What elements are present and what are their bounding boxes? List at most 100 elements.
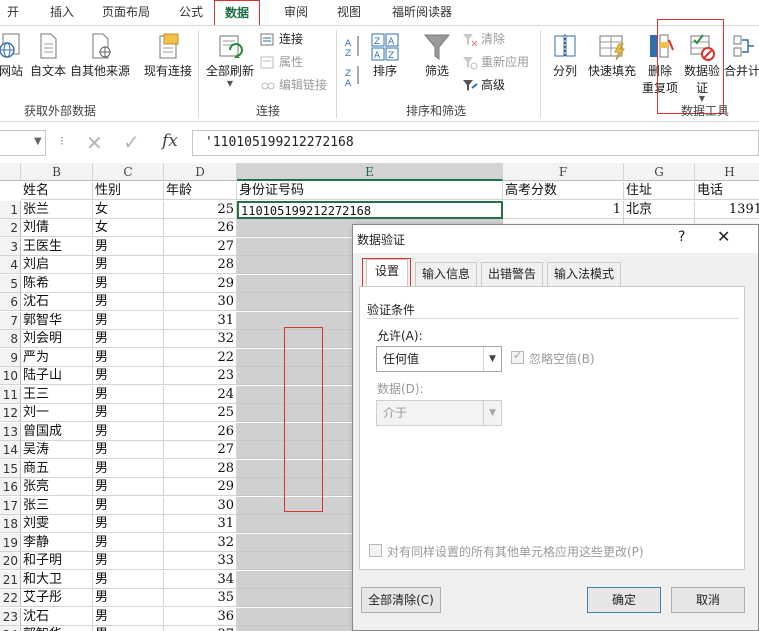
header-cell-col-c[interactable]: 性别 [93, 182, 164, 200]
cell-sex[interactable]: 男 [93, 626, 164, 631]
formula-input[interactable]: '110105199212272168 [192, 130, 759, 156]
row-header[interactable]: 9 [0, 348, 21, 367]
header-cell-col-g[interactable]: 住址 [624, 182, 695, 200]
from-other-sources-button[interactable]: 自其他来源 [68, 32, 132, 79]
select-all-corner[interactable] [0, 163, 21, 181]
cell-sex[interactable]: 男 [93, 256, 164, 274]
cell-name[interactable]: 刘启 [21, 256, 93, 274]
sort-button[interactable]: Z A A Z 排序 [368, 32, 402, 79]
cell-sex[interactable]: 男 [93, 330, 164, 348]
cell-sex[interactable]: 女 [93, 200, 164, 219]
row-header[interactable]: 23 [0, 607, 21, 626]
from-web-button[interactable]: 网站 [0, 32, 24, 79]
cell-name[interactable]: 陆子山 [21, 367, 93, 385]
tab-0[interactable]: 开始 [2, 0, 24, 43]
cell-sex[interactable]: 男 [93, 237, 164, 256]
cell-name[interactable]: 刘倩 [21, 219, 93, 237]
row-header[interactable]: 12 [0, 404, 21, 422]
tab-6[interactable]: 视图 [335, 0, 363, 25]
cell-age[interactable]: 25 [164, 404, 237, 422]
cell-sex[interactable]: 男 [93, 570, 164, 589]
header-cell-col-b[interactable]: 姓名 [21, 182, 93, 200]
tab-ime-mode[interactable]: 输入法模式 [547, 262, 621, 286]
cell-sex[interactable]: 男 [93, 496, 164, 515]
cell-name[interactable]: 商五 [21, 459, 93, 478]
column-header-f[interactable]: F [503, 163, 624, 181]
cell-age[interactable]: 30 [164, 293, 237, 311]
cell-sex[interactable]: 男 [93, 589, 164, 607]
cell-age[interactable]: 25 [164, 200, 237, 219]
cell-sex[interactable]: 男 [93, 515, 164, 533]
cell-age[interactable]: 32 [164, 533, 237, 552]
cell-sex[interactable]: 男 [93, 385, 164, 404]
cell-age[interactable]: 29 [164, 478, 237, 496]
apply-all-checkbox[interactable] [369, 544, 382, 557]
row-header[interactable]: 6 [0, 293, 21, 311]
cell-age[interactable]: 33 [164, 552, 237, 570]
row-header[interactable]: 11 [0, 385, 21, 404]
cell-age[interactable]: 26 [164, 219, 237, 237]
insert-function-button[interactable]: fx [162, 131, 178, 151]
cell-name[interactable]: 张兰 [21, 200, 93, 219]
cell-sex[interactable]: 男 [93, 607, 164, 626]
cancel-button[interactable]: 取消 [671, 587, 745, 613]
cell-age[interactable]: 37 [164, 626, 237, 631]
cell-name[interactable]: 张亮 [21, 478, 93, 496]
cell-name[interactable]: 刘一 [21, 404, 93, 422]
row-header[interactable]: 18 [0, 515, 21, 533]
cell-sex[interactable]: 男 [93, 348, 164, 367]
cell-name[interactable]: 陈希 [21, 274, 93, 293]
cell-age[interactable]: 22 [164, 348, 237, 367]
data-select[interactable]: 介于 ▼ [376, 400, 502, 426]
column-header-c[interactable]: C [93, 163, 164, 181]
close-icon[interactable]: ✕ [717, 227, 730, 246]
filter-button[interactable]: 筛选 [418, 32, 456, 79]
column-header-e[interactable]: E [237, 163, 503, 181]
existing-connections-button[interactable]: 现有连接 [140, 32, 196, 79]
cell-name[interactable]: 王医生 [21, 237, 93, 256]
cell-name[interactable]: 艾子彤 [21, 589, 93, 607]
advanced-filter-button[interactable]: 高级 [462, 75, 505, 95]
tab-input-message[interactable]: 输入信息 [415, 262, 477, 286]
cell-name[interactable]: 吴涛 [21, 441, 93, 459]
row-header[interactable]: 8 [0, 330, 21, 348]
cell-age[interactable]: 30 [164, 496, 237, 515]
refresh-all-button[interactable]: 全部刷新 ▼ [204, 32, 256, 88]
cell-sex[interactable]: 男 [93, 404, 164, 422]
tab-2[interactable]: 页面布局 [100, 0, 152, 25]
cell-age[interactable]: 34 [164, 570, 237, 589]
from-text-button[interactable]: 自文本 [28, 32, 68, 79]
ignore-blank-checkbox[interactable] [511, 349, 524, 364]
cell-name[interactable]: 李静 [21, 533, 93, 552]
flash-fill-button[interactable]: 快速填充 [586, 32, 638, 79]
resize-handle-icon[interactable]: ⁝ [60, 134, 64, 148]
column-header-g[interactable]: G [624, 163, 695, 181]
cell-age[interactable]: 29 [164, 274, 237, 293]
cell-age[interactable]: 28 [164, 256, 237, 274]
row-header[interactable]: 17 [0, 496, 21, 515]
properties-button[interactable]: 属性 [260, 52, 303, 72]
row-header[interactable]: 1 [0, 200, 21, 219]
cell-age[interactable]: 28 [164, 459, 237, 478]
cell-sex[interactable]: 男 [93, 441, 164, 459]
row-header[interactable]: 4 [0, 256, 21, 274]
ok-button[interactable]: 确定 [587, 587, 661, 613]
cell-age[interactable]: 23 [164, 367, 237, 385]
cell-sex[interactable]: 男 [93, 293, 164, 311]
row-header[interactable]: 7 [0, 311, 21, 330]
cell-phone[interactable]: 1391 [695, 201, 759, 219]
tab-error-alert[interactable]: 出错警告 [481, 262, 543, 286]
row-header[interactable]: 24 [0, 626, 21, 631]
cell-name[interactable]: 沈石 [21, 607, 93, 626]
cell-name[interactable]: 严为 [21, 348, 93, 367]
column-header-d[interactable]: D [164, 163, 237, 181]
tab-7[interactable]: 福昕阅读器 [389, 0, 455, 25]
clear-filter-button[interactable]: 清除 [462, 29, 505, 49]
text-to-columns-button[interactable]: 分列 [548, 32, 582, 79]
enter-check-icon[interactable]: ✓ [123, 130, 140, 154]
cell-name[interactable]: 郭智华 [21, 311, 93, 330]
cell-age[interactable]: 36 [164, 607, 237, 626]
cell-sex[interactable]: 男 [93, 552, 164, 570]
cell-age[interactable]: 31 [164, 311, 237, 330]
row-header[interactable]: 15 [0, 459, 21, 478]
